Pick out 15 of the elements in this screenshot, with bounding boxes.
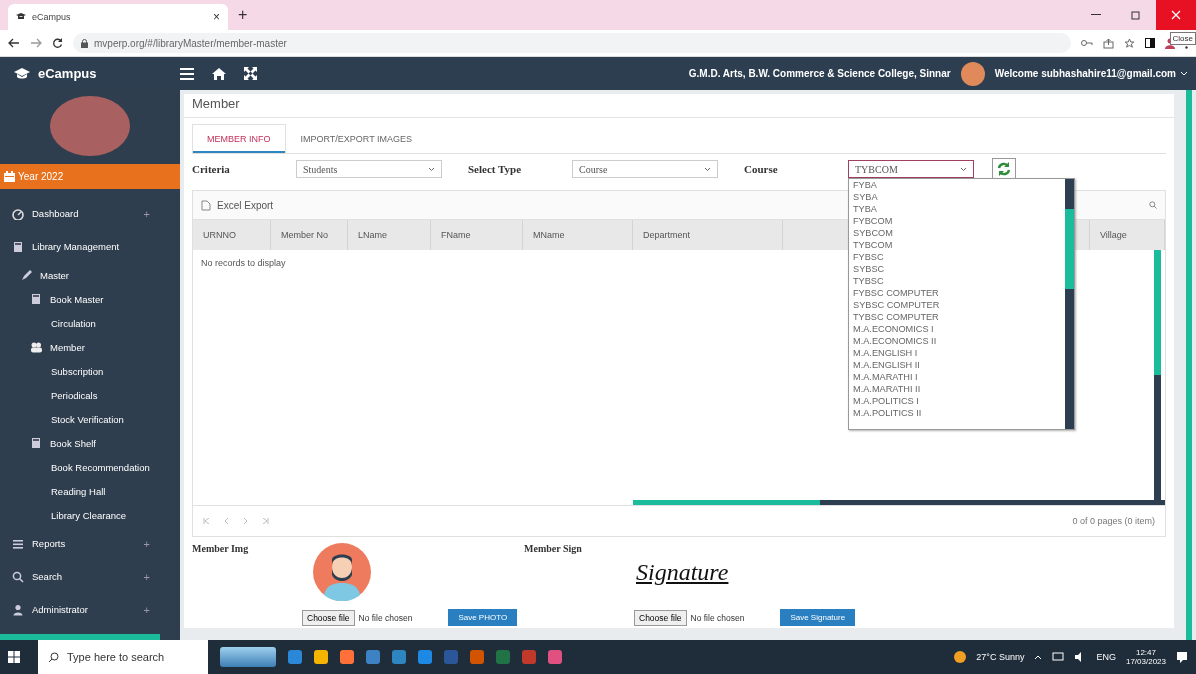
- page-title: Member: [184, 94, 1174, 118]
- filter-label: Criteria: [192, 163, 231, 175]
- filter-label: Select Type: [468, 163, 523, 175]
- year-label: Year 2022: [18, 170, 64, 182]
- college-name: G.M.D. Arts, B.W. Commerce & Science College, Sinnar: [688, 68, 951, 79]
- image-label: Member Img: [192, 543, 250, 556]
- pager-info: 0 of 0 pages (0 item): [1072, 516, 1155, 526]
- tooltip: Close: [1169, 32, 1196, 45]
- weather-text: 27°C Sunny: [976, 652, 1025, 662]
- empty-message: No records to display: [201, 258, 286, 268]
- image-label: Member Sign: [524, 543, 583, 556]
- file-status: No file chosen: [358, 612, 413, 623]
- filter-label: Course: [744, 163, 779, 175]
- signature-text: Signature: [636, 558, 729, 586]
- file-status: No file chosen: [690, 612, 745, 623]
